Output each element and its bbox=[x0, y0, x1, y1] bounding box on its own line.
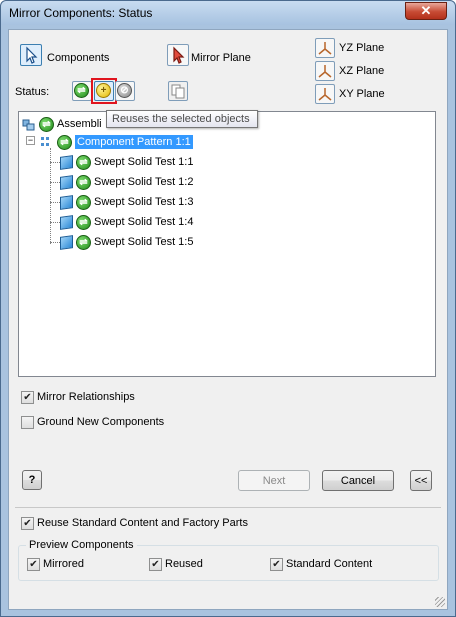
xz-plane-button[interactable] bbox=[315, 61, 335, 81]
part-icon bbox=[60, 154, 73, 170]
tree-child-label: Swept Solid Test 1:2 bbox=[94, 176, 194, 188]
help-button[interactable]: ? bbox=[22, 470, 42, 490]
tree-child-row[interactable]: ⇌ Swept Solid Test 1:2 bbox=[50, 173, 193, 191]
part-icon bbox=[60, 234, 73, 250]
xz-plane-label: XZ Plane bbox=[339, 65, 385, 77]
mirror-status-button[interactable]: ⇌ bbox=[72, 81, 92, 101]
tree-collapse-toggle[interactable]: − bbox=[26, 136, 35, 145]
part-icon bbox=[60, 194, 73, 210]
xy-plane-button[interactable] bbox=[315, 84, 335, 104]
tree-child-status-icon[interactable]: ⇌ bbox=[76, 154, 91, 170]
reuse-icon: + bbox=[96, 83, 111, 98]
copy-button[interactable] bbox=[168, 81, 188, 101]
status-tooltip: Reuses the selected objects bbox=[106, 110, 258, 128]
preview-mirrored-checkbox[interactable]: ✔ bbox=[27, 558, 40, 571]
help-icon: ? bbox=[28, 474, 36, 486]
exclude-status-button[interactable]: ⊘ bbox=[115, 81, 135, 101]
tree-child-row[interactable]: ⇌ Swept Solid Test 1:5 bbox=[50, 233, 193, 251]
tree-child-status-icon[interactable]: ⇌ bbox=[76, 214, 91, 230]
dialog-body: Components Mirror Plane YZ Plane XZ Plan… bbox=[8, 29, 448, 610]
tree-pattern-row[interactable]: ⇌ Component Pattern 1:1 bbox=[40, 133, 193, 151]
preview-mirrored-label: Mirrored bbox=[43, 558, 84, 570]
component-tree[interactable]: ⇌ Assembli − ⇌ Component Pattern 1:1 ⇌ S… bbox=[18, 111, 436, 377]
preview-standard-content-label: Standard Content bbox=[286, 558, 373, 570]
reuse-standard-checkbox[interactable]: ✔ bbox=[21, 517, 34, 530]
assembly-icon bbox=[22, 119, 35, 131]
mirror-relationships-checkbox[interactable]: ✔ bbox=[21, 391, 34, 404]
tree-child-label: Swept Solid Test 1:4 bbox=[94, 216, 194, 228]
close-button[interactable]: ✕ bbox=[405, 2, 447, 20]
cursor-arrow-icon bbox=[26, 46, 38, 64]
collapse-button[interactable]: << bbox=[410, 470, 432, 491]
tree-child-label: Swept Solid Test 1:1 bbox=[94, 156, 194, 168]
tree-child-status-icon[interactable]: ⇌ bbox=[76, 174, 91, 190]
status-label: Status: bbox=[15, 86, 50, 98]
tree-child-label: Swept Solid Test 1:3 bbox=[94, 196, 194, 208]
pattern-icon bbox=[41, 137, 49, 146]
tree-child-row[interactable]: ⇌ Swept Solid Test 1:4 bbox=[50, 213, 193, 231]
exclude-icon: ⊘ bbox=[117, 83, 132, 98]
yz-plane-label: YZ Plane bbox=[339, 42, 385, 54]
tree-root-status-icon[interactable]: ⇌ bbox=[39, 116, 54, 132]
ground-new-components-label: Ground New Components bbox=[37, 416, 165, 428]
components-select-button[interactable] bbox=[20, 44, 42, 66]
resize-grip[interactable] bbox=[435, 597, 445, 607]
title-bar[interactable]: Mirror Components: Status ✕ bbox=[1, 1, 455, 25]
dialog-window: Mirror Components: Status ✕ Components M… bbox=[0, 0, 456, 617]
tree-child-label: Swept Solid Test 1:5 bbox=[94, 236, 194, 248]
xy-plane-icon bbox=[318, 88, 332, 101]
yz-plane-icon bbox=[318, 42, 332, 55]
reuse-standard-label: Reuse Standard Content and Factory Parts bbox=[37, 517, 248, 529]
mirror-plane-label: Mirror Plane bbox=[191, 52, 251, 64]
mirror-relationships-label: Mirror Relationships bbox=[37, 391, 135, 403]
copy-pages-icon bbox=[171, 84, 185, 99]
part-icon bbox=[60, 214, 73, 230]
preview-reused-checkbox[interactable]: ✔ bbox=[149, 558, 162, 571]
next-button[interactable]: Next bbox=[238, 470, 310, 491]
ground-new-components-checkbox[interactable] bbox=[21, 416, 34, 429]
separator bbox=[15, 507, 441, 508]
tree-child-status-icon[interactable]: ⇌ bbox=[76, 234, 91, 250]
cancel-button[interactable]: Cancel bbox=[322, 470, 394, 491]
tree-root-row[interactable]: ⇌ Assembli bbox=[22, 115, 102, 133]
tree-pattern-label: Component Pattern 1:1 bbox=[75, 135, 193, 149]
components-label: Components bbox=[47, 52, 110, 64]
tree-root-label: Assembli bbox=[57, 118, 102, 130]
tree-child-row[interactable]: ⇌ Swept Solid Test 1:1 bbox=[50, 153, 193, 171]
preview-reused-label: Reused bbox=[165, 558, 203, 570]
tree-pattern-status-icon[interactable]: ⇌ bbox=[57, 134, 72, 150]
tree-child-row[interactable]: ⇌ Swept Solid Test 1:3 bbox=[50, 193, 193, 211]
window-title: Mirror Components: Status bbox=[9, 6, 153, 20]
mirror-icon: ⇌ bbox=[74, 83, 89, 98]
preview-components-label: Preview Components bbox=[26, 539, 137, 551]
xy-plane-label: XY Plane bbox=[339, 88, 385, 100]
yz-plane-button[interactable] bbox=[315, 38, 335, 58]
reuse-status-button[interactable]: + bbox=[94, 81, 114, 101]
part-icon bbox=[60, 174, 73, 190]
preview-standard-content-checkbox[interactable]: ✔ bbox=[270, 558, 283, 571]
tree-child-status-icon[interactable]: ⇌ bbox=[76, 194, 91, 210]
cursor-arrow-red-icon bbox=[173, 46, 185, 64]
xz-plane-icon bbox=[318, 65, 332, 78]
mirror-plane-select-button[interactable] bbox=[167, 44, 189, 66]
